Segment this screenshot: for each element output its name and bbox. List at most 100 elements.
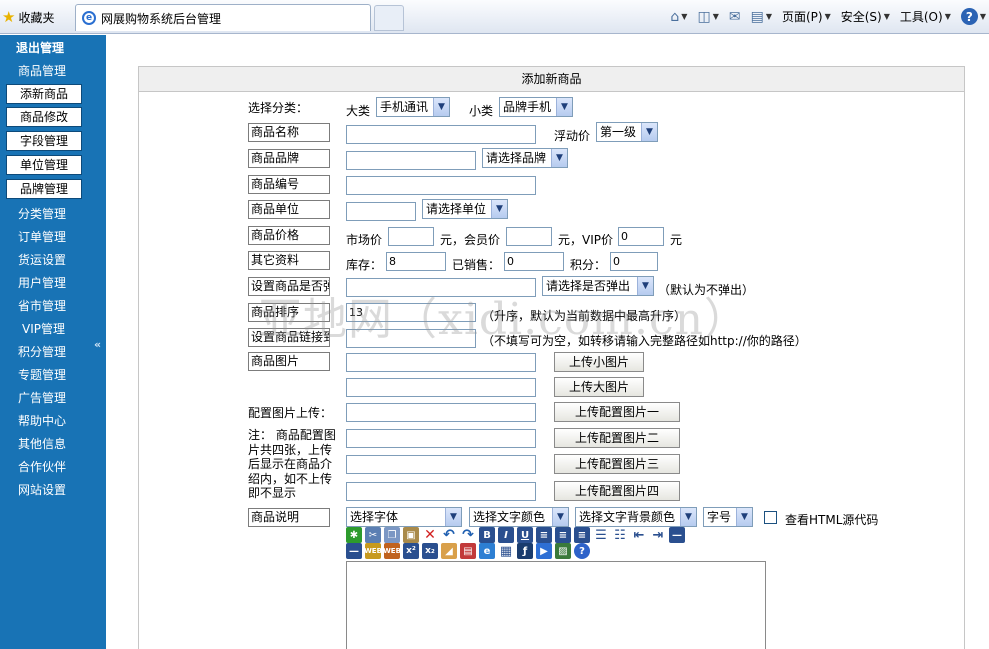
align-left-icon[interactable]: ≡: [536, 527, 552, 543]
subscript-icon[interactable]: x₂: [422, 543, 438, 559]
flash-icon[interactable]: ƒ: [517, 543, 533, 559]
points-input[interactable]: 0: [610, 252, 658, 271]
vip-price-input[interactable]: 0: [618, 227, 664, 246]
sidebar-item-points[interactable]: 积分管理: [18, 343, 66, 360]
help-button[interactable]: ? ▼: [958, 6, 989, 27]
browser-tab[interactable]: e 网展购物系统后台管理: [75, 4, 371, 31]
redo-icon[interactable]: ↷: [460, 527, 476, 543]
mail-button[interactable]: ✉: [726, 7, 744, 27]
upload-big-image-button[interactable]: 上传大图片: [554, 377, 644, 397]
tools-menu[interactable]: 工具(O) ▼: [897, 6, 954, 27]
upload-config-image-3-button[interactable]: 上传配置图片三: [554, 454, 680, 474]
popup-select[interactable]: 请选择是否弹出 ▼: [542, 276, 654, 296]
sidebar-item-partners[interactable]: 合作伙伴: [18, 458, 66, 475]
sidebar-item-help[interactable]: 帮助中心: [18, 412, 66, 429]
view-html-checkbox[interactable]: [764, 511, 777, 524]
popup-input[interactable]: [346, 278, 536, 297]
print-button[interactable]: ▤ ▼: [748, 7, 775, 27]
sidebar-item-brands[interactable]: 品牌管理: [6, 179, 82, 199]
sidebar-item-ads[interactable]: 广告管理: [18, 389, 66, 406]
upload-config-image-4-button[interactable]: 上传配置图片四: [554, 481, 680, 501]
unit-select[interactable]: 请选择单位 ▼: [422, 199, 508, 219]
text-color-select[interactable]: 选择文字颜色 ▼: [469, 507, 569, 527]
product-brand-input[interactable]: [346, 151, 476, 170]
undo-icon[interactable]: ↶: [441, 527, 457, 543]
italic-icon[interactable]: I: [498, 527, 514, 543]
indent-icon[interactable]: ⇥: [650, 527, 666, 543]
big-category-select[interactable]: 手机通讯 ▼: [376, 97, 450, 117]
insert-file-icon[interactable]: ▤: [460, 543, 476, 559]
sidebar-item-fields[interactable]: 字段管理: [6, 131, 82, 151]
sidebar-item-other[interactable]: 其他信息: [18, 435, 66, 452]
sidebar-item-categories[interactable]: 分类管理: [18, 205, 66, 222]
float-price-select[interactable]: 第一级 ▼: [596, 122, 658, 142]
paste-icon[interactable]: ▣: [403, 527, 419, 543]
config-image-input-2[interactable]: [346, 429, 536, 448]
collapse-sidebar-icon[interactable]: «: [94, 338, 101, 351]
sidebar-item-add-product[interactable]: 添新商品: [6, 84, 82, 104]
outdent-icon[interactable]: ⇤: [631, 527, 647, 543]
remove-format-icon[interactable]: —: [346, 543, 362, 559]
small-image-input[interactable]: [346, 353, 536, 372]
big-image-input[interactable]: [346, 378, 536, 397]
media-icon[interactable]: ▶: [536, 543, 552, 559]
favorites-button[interactable]: ★ 收藏夹: [2, 7, 54, 27]
sidebar-item-vip[interactable]: VIP管理: [22, 320, 65, 337]
product-name-input[interactable]: [346, 125, 536, 144]
insert-image-icon[interactable]: ▨: [555, 543, 571, 559]
bold-icon[interactable]: B: [479, 527, 495, 543]
select-all-icon[interactable]: ✱: [346, 527, 362, 543]
table-icon[interactable]: ▦: [498, 543, 514, 559]
horizontal-rule-icon[interactable]: —: [669, 527, 685, 543]
market-price-input[interactable]: [388, 227, 434, 246]
small-category-select[interactable]: 品牌手机 ▼: [499, 97, 573, 117]
config-image-input-1[interactable]: [346, 403, 536, 422]
home-button[interactable]: ⌂ ▼: [667, 7, 690, 27]
product-unit-input[interactable]: [346, 202, 416, 221]
align-center-icon[interactable]: ≡: [555, 527, 571, 543]
sidebar-item-topics[interactable]: 专题管理: [18, 366, 66, 383]
new-tab-button[interactable]: [374, 5, 404, 31]
member-price-input[interactable]: [506, 227, 552, 246]
stock-input[interactable]: 8: [386, 252, 446, 271]
config-image-input-3[interactable]: [346, 455, 536, 474]
text-bgcolor-select[interactable]: 选择文字背景颜色 ▼: [575, 507, 697, 527]
sidebar-item-settings[interactable]: 网站设置: [18, 481, 66, 498]
help-icon[interactable]: ?: [574, 543, 590, 559]
page-menu[interactable]: 页面(P) ▼: [779, 6, 834, 27]
cut-icon[interactable]: ✂: [365, 527, 381, 543]
sidebar-item-units[interactable]: 单位管理: [6, 155, 82, 175]
align-right-icon[interactable]: ≡: [574, 527, 590, 543]
sort-input[interactable]: 13: [346, 303, 476, 322]
unlink-icon[interactable]: WEB: [383, 543, 401, 559]
product-code-input[interactable]: [346, 176, 536, 195]
superscript-icon[interactable]: x²: [403, 543, 419, 559]
sidebar-item-users[interactable]: 用户管理: [18, 274, 66, 291]
copy-icon[interactable]: ❐: [384, 527, 400, 543]
safety-menu[interactable]: 安全(S) ▼: [838, 6, 893, 27]
sidebar-item-shipping[interactable]: 货运设置: [18, 251, 66, 268]
underline-icon[interactable]: U: [517, 527, 533, 543]
logout-link[interactable]: 退出管理: [16, 39, 64, 56]
brand-select[interactable]: 请选择品牌 ▼: [482, 148, 568, 168]
ie-link-icon[interactable]: e: [479, 543, 495, 559]
feeds-button[interactable]: ◫ ▼: [694, 7, 721, 27]
sidebar-item-orders[interactable]: 订单管理: [18, 228, 66, 245]
sidebar-item-products[interactable]: 商品管理: [18, 62, 66, 79]
sidebar-item-edit-product[interactable]: 商品修改: [6, 107, 82, 127]
rich-text-editor[interactable]: [346, 561, 766, 649]
font-size-select[interactable]: 字号 ▼: [703, 507, 753, 527]
upload-config-image-1-button[interactable]: 上传配置图片一: [554, 402, 680, 422]
sold-input[interactable]: 0: [504, 252, 564, 271]
web-link-icon[interactable]: WEB: [364, 543, 382, 559]
config-image-input-4[interactable]: [346, 482, 536, 501]
numbered-list-icon[interactable]: ☷: [612, 527, 628, 543]
link-input[interactable]: [346, 329, 476, 348]
delete-icon[interactable]: ✕: [422, 527, 438, 543]
upload-config-image-2-button[interactable]: 上传配置图片二: [554, 428, 680, 448]
upload-small-image-button[interactable]: 上传小图片: [554, 352, 644, 372]
font-select[interactable]: 选择字体 ▼: [346, 507, 462, 527]
eraser-icon[interactable]: ◢: [441, 543, 457, 559]
sidebar-item-regions[interactable]: 省市管理: [18, 297, 66, 314]
bullet-list-icon[interactable]: ☰: [593, 527, 609, 543]
